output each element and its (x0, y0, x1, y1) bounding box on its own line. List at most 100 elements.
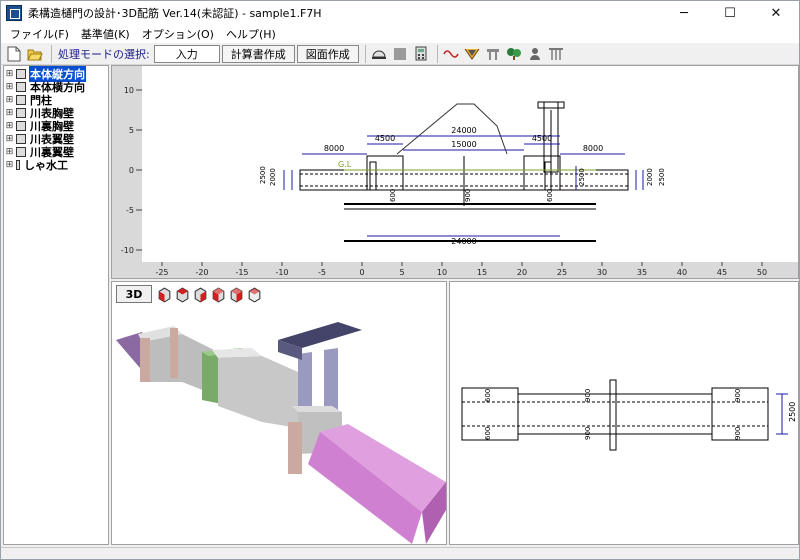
mode-input-button[interactable]: 入力 (153, 44, 220, 63)
y-tick-label: 5 (129, 126, 134, 135)
cutoff-wall-icon (16, 159, 20, 170)
profile-view-pane[interactable]: 10 5 0 -5 -10 -25 -20 -15 -10 -5 0 5 10 … (111, 65, 799, 279)
gate-column-icon (16, 94, 26, 105)
x-tick-label: 30 (597, 268, 607, 277)
minimize-button[interactable]: ─ (661, 1, 707, 25)
dim-label: 900 (464, 189, 472, 202)
title-bar: 柔構造樋門の設計･3D配筋 Ver.14(未認証) - sample1.F7H … (1, 1, 799, 25)
menu-bar: ファイル(F) 基準値(K) オプション(O) ヘルプ(H) (1, 25, 799, 43)
x-ruler (112, 262, 798, 278)
dim-label: 4500 (375, 134, 395, 143)
expand-icon[interactable]: ⊞ (4, 108, 15, 118)
plan-drawing: 2500 600 600 900 900 900 900 (461, 379, 797, 451)
dim-label: 2500 (578, 168, 586, 186)
menu-standards[interactable]: 基準値(K) (75, 26, 136, 42)
x-tick-label: 50 (757, 268, 767, 277)
dim-label: 24000 (451, 237, 476, 246)
3d-view-pane[interactable]: 3D (111, 281, 447, 545)
x-tick-label: -5 (318, 268, 326, 277)
plan-label: 900 (584, 427, 592, 440)
y-tick-label: 0 (129, 166, 134, 175)
plan-label: 600 (484, 389, 492, 402)
plan-dim-label: 2500 (788, 402, 797, 422)
plan-label: 900 (734, 389, 742, 402)
expand-icon[interactable]: ⊞ (4, 95, 15, 105)
y-tick-label: -10 (121, 246, 134, 255)
dim-label: 24000 (451, 126, 476, 135)
profile-drawing: 10 5 0 -5 -10 -25 -20 -15 -10 -5 0 5 10 … (112, 66, 798, 278)
person-icon[interactable] (526, 45, 544, 63)
x-tick-label: -15 (235, 268, 248, 277)
tree-icon[interactable] (505, 45, 523, 63)
gray-square-icon[interactable] (391, 45, 409, 63)
tree-item-main-transverse[interactable]: ⊞ 本体横方向 (4, 80, 108, 94)
dim-label: 2500 (259, 166, 267, 184)
x-tick-label: 15 (477, 268, 487, 277)
calc-report-button[interactable]: 計算書作成 (221, 44, 295, 63)
wingwall-icon (16, 146, 26, 157)
dim-label: 4500 (532, 134, 552, 143)
menu-file[interactable]: ファイル(F) (4, 26, 75, 42)
x-tick-label: 45 (717, 268, 727, 277)
helmet-icon[interactable] (370, 45, 388, 63)
x-tick-label: 10 (437, 268, 447, 277)
plan-label: 600 (484, 427, 492, 440)
dim-label: 2000 (269, 168, 277, 186)
new-file-icon[interactable] (5, 45, 23, 63)
mode-label: 処理モードの選択: (58, 47, 150, 61)
x-tick-label: 40 (677, 268, 687, 277)
cross-section-icon[interactable] (463, 45, 481, 63)
expand-icon[interactable]: ⊞ (4, 69, 15, 79)
expand-icon[interactable]: ⊞ (4, 121, 15, 131)
x-tick-label: 0 (359, 268, 364, 277)
dim-label: 8000 (583, 144, 603, 153)
toolbar: 処理モードの選択: 入力 計算書作成 図面作成 (1, 43, 799, 65)
x-tick-label: -25 (155, 268, 168, 277)
y-tick-label: 10 (124, 86, 134, 95)
x-tick-label: 25 (557, 268, 567, 277)
toolbar-separator (51, 44, 52, 63)
app-window: 柔構造樋門の設計･3D配筋 Ver.14(未認証) - sample1.F7H … (0, 0, 800, 560)
dim-label: 2500 (658, 168, 666, 186)
x-tick-label: -10 (275, 268, 288, 277)
expand-icon[interactable]: ⊞ (4, 134, 15, 144)
dim-label: 8000 (324, 144, 344, 153)
wave-icon[interactable] (442, 45, 460, 63)
x-tick-label: 35 (637, 268, 647, 277)
drawing-button[interactable]: 図面作成 (296, 44, 359, 63)
menu-help[interactable]: ヘルプ(H) (220, 26, 282, 42)
x-tick-label: 20 (517, 268, 527, 277)
calculator-icon[interactable] (412, 45, 430, 63)
x-tick-label: -20 (195, 268, 208, 277)
status-bar (1, 547, 799, 559)
box-culvert-icon (16, 68, 26, 79)
expand-icon[interactable]: ⊞ (4, 147, 15, 157)
toolbar-separator (436, 44, 438, 63)
menu-options[interactable]: オプション(O) (136, 26, 220, 42)
gate-icon[interactable] (484, 45, 502, 63)
x-tick-label: 5 (399, 268, 404, 277)
expand-icon[interactable]: ⊞ (4, 160, 15, 170)
dim-label: 15000 (451, 140, 476, 149)
plan-label: 900 (734, 427, 742, 440)
wingwall-icon (16, 133, 26, 144)
app-icon (6, 5, 22, 21)
parapet-icon (16, 107, 26, 118)
plan-label: 900 (584, 389, 592, 402)
tree-item-cutoff-wall[interactable]: ⊞ しゃ水工 (4, 158, 108, 172)
open-folder-icon[interactable] (26, 45, 44, 63)
y-tick-label: -5 (126, 206, 134, 215)
pillars-icon[interactable] (547, 45, 565, 63)
parapet-icon (16, 120, 26, 131)
plan-view-pane[interactable]: 2500 600 600 900 900 900 900 (449, 281, 799, 545)
structure-tree: ⊞ 本体縦方向 ⊞ 本体横方向 ⊞ 門柱 ⊞ 川表胸壁 ⊞ 川裏胸壁 ⊞ 川表翼… (3, 65, 109, 545)
close-button[interactable]: ✕ (753, 1, 799, 25)
3d-model (116, 322, 446, 544)
window-title: 柔構造樋門の設計･3D配筋 Ver.14(未認証) - sample1.F7H (28, 7, 322, 20)
maximize-button[interactable]: ☐ (707, 1, 753, 25)
dim-label: 600 (546, 189, 554, 202)
tree-item-label: しゃ水工 (24, 158, 68, 172)
expand-icon[interactable]: ⊞ (4, 82, 15, 92)
ground-level-label: G.L (338, 160, 352, 169)
dim-label: 600 (389, 189, 397, 202)
